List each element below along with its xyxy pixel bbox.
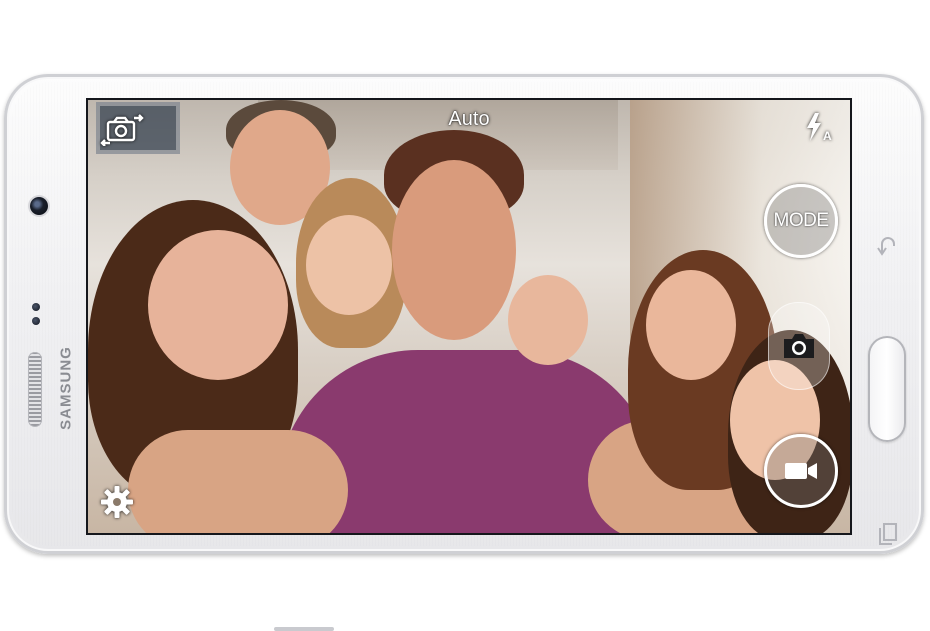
- recent-apps-key-icon[interactable]: [876, 522, 900, 546]
- brand-text: SAMSUNG: [57, 346, 75, 430]
- person-small-face: [508, 275, 588, 365]
- video-camera-icon: [785, 463, 817, 479]
- mode-button[interactable]: MODE: [764, 184, 838, 258]
- person-center-face: [392, 160, 516, 340]
- person-blonde-face: [306, 215, 392, 315]
- front-camera-lens: [30, 197, 48, 215]
- earpiece-speaker: [28, 352, 42, 427]
- home-button[interactable]: [868, 336, 906, 442]
- person-center-arm-left: [128, 430, 348, 533]
- camera-viewfinder[interactable]: Auto A MODE: [86, 98, 852, 535]
- svg-text:A: A: [823, 129, 832, 142]
- proximity-sensor: [32, 303, 40, 311]
- back-key-icon[interactable]: [876, 234, 900, 258]
- person-left-face: [148, 230, 288, 380]
- flash-auto-icon[interactable]: A: [804, 112, 836, 142]
- mode-button-label: MODE: [773, 210, 830, 231]
- shutter-button[interactable]: [768, 302, 830, 390]
- gear-icon[interactable]: [100, 485, 134, 519]
- light-sensor: [32, 317, 40, 325]
- person-right-face: [646, 270, 736, 380]
- camera-icon: [784, 334, 814, 358]
- switch-camera-icon[interactable]: [100, 112, 146, 146]
- camera-mode-label: Auto: [448, 108, 490, 130]
- volume-key: [274, 627, 334, 631]
- record-video-button[interactable]: [764, 434, 838, 508]
